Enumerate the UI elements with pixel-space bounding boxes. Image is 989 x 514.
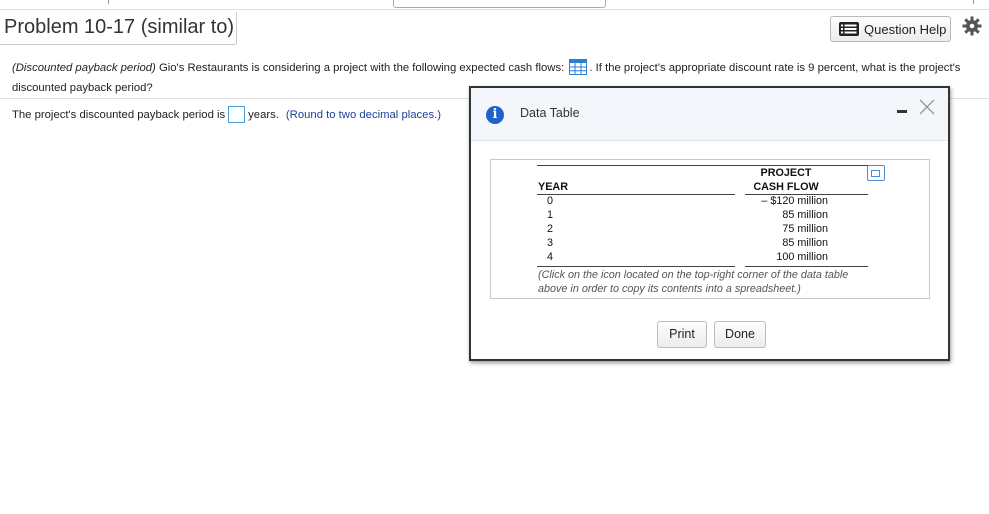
year-cell: 3 — [547, 237, 554, 249]
answer-units: years. — [248, 108, 279, 121]
cash-flow-cell: – $120 million — [761, 195, 828, 207]
table-row: 0 – $120 million — [537, 195, 868, 209]
toolbar-divider — [108, 0, 109, 4]
question-help-button[interactable]: Question Help — [830, 16, 951, 42]
print-button[interactable]: Print — [657, 321, 707, 348]
question-topic: (Discounted payback period) — [12, 62, 156, 74]
year-cell: 2 — [547, 223, 554, 235]
title-underline — [0, 44, 236, 45]
data-table-icon[interactable] — [569, 59, 588, 75]
table-body: 0 – $120 million 1 85 million 2 75 milli… — [537, 195, 868, 265]
dialog-title: Data Table — [520, 106, 580, 120]
list-icon — [839, 22, 859, 36]
question-body-start: Gio's Restaurants is considering a proje… — [155, 62, 568, 74]
table-rule — [745, 266, 868, 267]
cash-flow-cell: 100 million — [776, 251, 828, 263]
header-divider — [0, 9, 989, 10]
table-row: 2 75 million — [537, 223, 868, 237]
year-cell: 0 — [547, 195, 554, 207]
table-row: 4 100 million — [537, 251, 868, 265]
table-row: 1 85 million — [537, 209, 868, 223]
year-cell: 1 — [547, 209, 554, 221]
payback-period-input[interactable] — [228, 106, 246, 123]
cash-flow-cell: 85 million — [782, 237, 828, 249]
gear-icon[interactable] — [962, 16, 982, 36]
rounding-hint: (Round to two decimal places.) — [285, 108, 442, 121]
page-title: Problem 10-17 (similar to) — [4, 16, 235, 38]
cash-flow-cell: 85 million — [782, 209, 828, 221]
answer-row: The project's discounted payback period … — [12, 106, 441, 123]
question-navigator[interactable] — [393, 0, 606, 8]
close-icon[interactable] — [917, 97, 937, 117]
title-divider — [236, 12, 237, 44]
table-footnote: (Click on the icon located on the top-ri… — [538, 269, 849, 295]
column-header-cash-flow: CASH FLOW — [753, 181, 819, 193]
info-icon: i — [486, 106, 504, 124]
data-table-dialog: i Data Table YEAR PROJECT CASH FLOW 0 – … — [469, 86, 950, 361]
table-rule — [537, 266, 735, 267]
table-rule — [537, 165, 868, 166]
top-toolbar-strip — [0, 0, 989, 8]
copy-to-spreadsheet-icon[interactable] — [867, 165, 885, 181]
dialog-header: i Data Table — [471, 88, 948, 141]
question-help-label: Question Help — [864, 21, 947, 37]
table-row: 3 85 million — [537, 237, 868, 251]
data-table-frame: YEAR PROJECT CASH FLOW 0 – $120 million … — [490, 159, 930, 299]
done-button[interactable]: Done — [714, 321, 766, 348]
minimize-icon[interactable] — [897, 110, 907, 113]
toolbar-divider — [973, 0, 974, 4]
year-cell: 4 — [547, 251, 554, 263]
column-header-project: PROJECT — [760, 167, 812, 179]
answer-prefix: The project's discounted payback period … — [12, 108, 226, 121]
cash-flow-cell: 75 million — [782, 223, 828, 235]
column-header-year: YEAR — [538, 181, 568, 193]
